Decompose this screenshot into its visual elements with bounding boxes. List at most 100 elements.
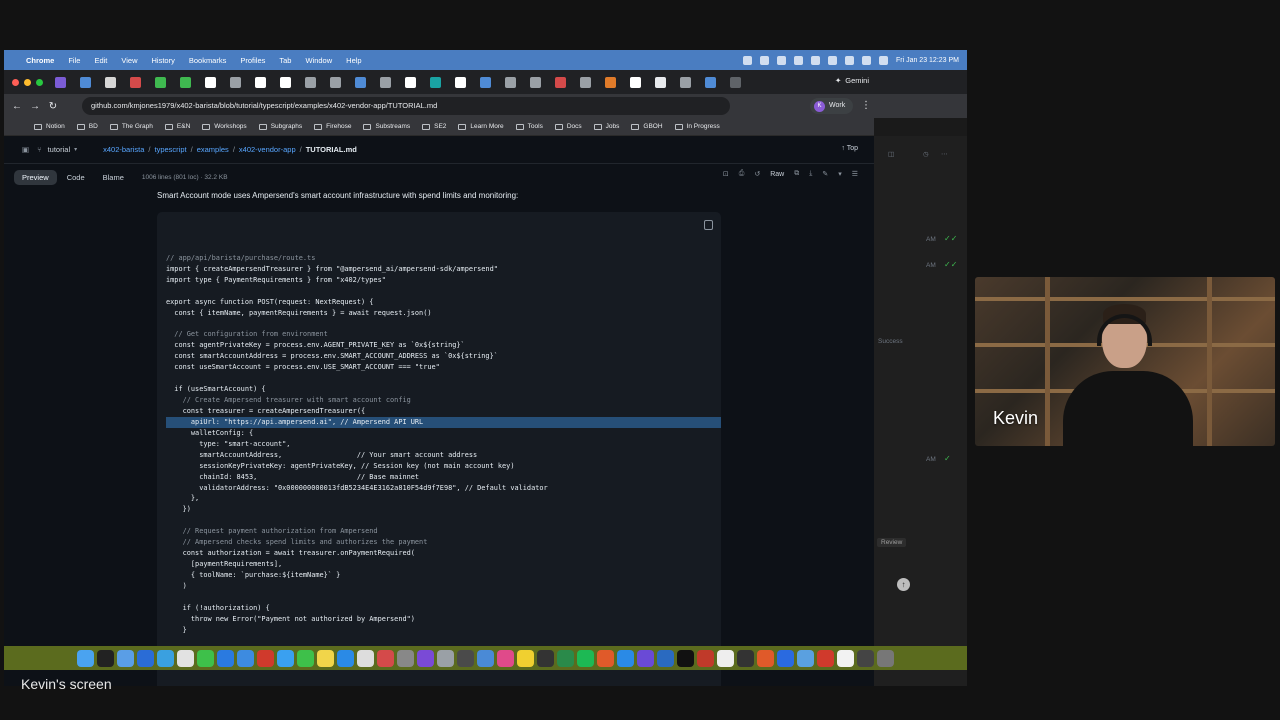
tab-favicon[interactable]	[155, 76, 166, 88]
tab-favicon[interactable]	[80, 76, 91, 88]
tab-favicon[interactable]	[605, 76, 616, 88]
bookmark-firehose[interactable]: Firehose	[314, 123, 351, 130]
menu-tab[interactable]: Tab	[279, 56, 291, 65]
app-icon[interactable]	[217, 649, 234, 667]
tab-favicon[interactable]	[330, 76, 341, 88]
app-icon[interactable]	[417, 649, 434, 667]
tab-favicon[interactable]	[55, 76, 66, 88]
breadcrumb-repo[interactable]: x402-barista	[103, 145, 144, 154]
search-icon[interactable]	[861, 55, 871, 65]
status-icon[interactable]	[759, 55, 769, 65]
launchpad-icon[interactable]	[97, 649, 114, 667]
profile-button[interactable]: K Work	[810, 98, 854, 114]
menu-help[interactable]: Help	[346, 56, 361, 65]
tab-favicon[interactable]	[255, 76, 266, 88]
zoom-icon[interactable]	[777, 649, 794, 667]
tab-blame[interactable]: Blame	[95, 170, 132, 185]
telegram-icon[interactable]	[157, 649, 174, 667]
app-icon[interactable]	[537, 649, 554, 667]
tab-favicon[interactable]	[205, 76, 216, 88]
tab-favicon[interactable]	[505, 76, 516, 88]
copy-icon[interactable]: ⧉	[794, 170, 799, 178]
menu-bookmarks[interactable]: Bookmarks	[189, 56, 227, 65]
notion-icon[interactable]	[717, 649, 734, 667]
app-icon[interactable]	[377, 649, 394, 667]
messages-icon[interactable]	[197, 649, 214, 667]
notes-icon[interactable]	[317, 649, 334, 667]
bookmark-in-progress[interactable]: In Progress	[674, 123, 720, 130]
tab-favicon[interactable]	[530, 76, 541, 88]
breadcrumb-typescript[interactable]: typescript	[155, 145, 187, 154]
tab-preview[interactable]: Preview	[14, 169, 57, 185]
acrobat-icon[interactable]	[257, 649, 274, 667]
chevron-down-icon[interactable]: ▾	[838, 170, 842, 178]
document-icon[interactable]	[837, 649, 854, 667]
copy-code-icon[interactable]	[704, 220, 713, 230]
top-button[interactable]: ↑ Top	[841, 145, 858, 152]
sidebar-toggle-icon[interactable]: ▣	[22, 145, 29, 154]
raw-button[interactable]: Raw	[770, 171, 784, 178]
minimize-window-icon[interactable]	[24, 78, 31, 86]
outline-icon[interactable]: ☰	[852, 170, 858, 178]
bookmark-learn-more[interactable]: Learn More	[458, 123, 504, 130]
breadcrumb-examples[interactable]: examples	[197, 145, 229, 154]
menu-file[interactable]: File	[68, 56, 80, 65]
lightroom-icon[interactable]	[477, 649, 494, 667]
tab-favicon[interactable]	[280, 76, 291, 88]
miro-icon[interactable]	[517, 649, 534, 667]
history-icon[interactable]: ↺	[754, 170, 760, 178]
zoom-window-icon[interactable]	[36, 78, 43, 86]
app-icon[interactable]	[697, 649, 714, 667]
tab-favicon[interactable]	[130, 76, 141, 88]
tab-favicon[interactable]	[355, 76, 366, 88]
app-icon[interactable]	[497, 649, 514, 667]
settings-icon[interactable]	[397, 649, 414, 667]
bookmark-en[interactable]: E&N	[164, 123, 190, 130]
cursor-icon[interactable]	[677, 649, 694, 667]
app-icon[interactable]	[737, 649, 754, 667]
tab-favicon[interactable]	[180, 76, 191, 88]
bookmark-workshops[interactable]: Workshops	[202, 123, 247, 130]
review-tag[interactable]: Review	[877, 538, 907, 547]
app-icon[interactable]	[457, 649, 474, 667]
facetime-icon[interactable]	[297, 649, 314, 667]
tab-favicon[interactable]	[105, 76, 116, 88]
send-arrow-icon[interactable]: ↑	[897, 578, 910, 591]
tab-favicon[interactable]	[430, 76, 441, 88]
github-tab-favicon[interactable]	[455, 76, 466, 88]
app-icon[interactable]	[637, 649, 654, 667]
chrome-icon[interactable]	[177, 649, 194, 667]
wordpress-icon[interactable]	[357, 649, 374, 667]
tab-favicon[interactable]	[305, 76, 316, 88]
menu-edit[interactable]: Edit	[94, 56, 107, 65]
claude-icon[interactable]	[757, 649, 774, 667]
app-store-icon[interactable]	[337, 649, 354, 667]
app-icon[interactable]	[557, 649, 574, 667]
discord-icon[interactable]	[137, 649, 154, 667]
menubar-clock[interactable]: Fri Jan 23 12:23 PM	[896, 57, 959, 64]
gemini-button[interactable]: ✦ Gemini	[835, 76, 869, 85]
menu-chrome[interactable]: Chrome	[26, 56, 54, 65]
tab-code[interactable]: Code	[59, 170, 93, 185]
app-icon[interactable]	[117, 649, 134, 667]
github-tab-favicon[interactable]	[630, 76, 641, 88]
bookmark-the-graph[interactable]: The Graph	[109, 123, 153, 130]
vscode-icon[interactable]	[657, 649, 674, 667]
tab-favicon[interactable]	[580, 76, 591, 88]
docker-icon[interactable]	[617, 649, 634, 667]
status-icon[interactable]	[776, 55, 786, 65]
more-menu-icon[interactable]: ⋮	[857, 100, 875, 111]
panel-icon[interactable]: ⋯	[941, 150, 948, 158]
participant-video-tile[interactable]: Kevin	[975, 277, 1275, 446]
panel-icon[interactable]: ◷	[923, 150, 929, 158]
bookmark-notion[interactable]: Notion	[34, 123, 65, 130]
app-icon[interactable]	[597, 649, 614, 667]
spotify-icon[interactable]	[577, 649, 594, 667]
safari-icon[interactable]	[237, 649, 254, 667]
reload-icon[interactable]: ↻	[44, 101, 62, 112]
control-center-icon[interactable]	[878, 55, 888, 65]
panel-icon[interactable]: ◫	[888, 150, 894, 158]
print-icon[interactable]: ⎙	[739, 170, 745, 178]
menu-profiles[interactable]: Profiles	[240, 56, 265, 65]
app-icon[interactable]	[437, 649, 454, 667]
